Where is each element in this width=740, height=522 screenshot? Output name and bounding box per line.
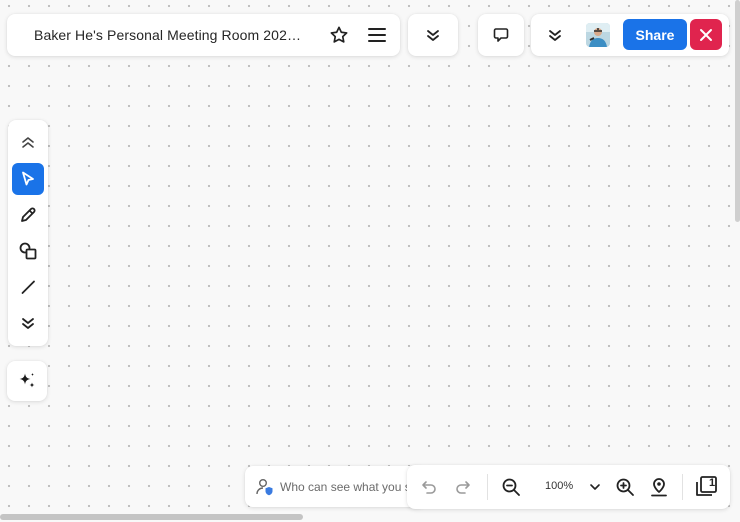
visibility-notice[interactable]: Who can see what you s <box>245 466 425 507</box>
pages-icon[interactable]: 1 <box>694 475 720 499</box>
zoom-in-icon[interactable] <box>613 475 637 499</box>
divider <box>487 474 488 500</box>
board-title[interactable]: Baker He's Personal Meeting Room 2023-..… <box>34 27 304 43</box>
map-pin-icon[interactable] <box>647 475 671 499</box>
undo-icon[interactable] <box>417 475 441 499</box>
chevrons-up-icon[interactable] <box>12 126 44 158</box>
comment-icon[interactable] <box>478 14 524 56</box>
menu-icon[interactable] <box>365 23 389 47</box>
horizontal-scrollbar[interactable] <box>0 514 303 520</box>
comments-panel <box>478 14 524 56</box>
vertical-scrollbar[interactable] <box>735 0 740 222</box>
redo-icon[interactable] <box>451 475 475 499</box>
shapes-icon[interactable] <box>12 235 44 267</box>
close-icon[interactable] <box>690 19 722 50</box>
star-icon[interactable] <box>327 23 351 47</box>
tool-sidebar <box>8 120 48 346</box>
line-icon[interactable] <box>12 271 44 303</box>
board-title-bar: Baker He's Personal Meeting Room 2023-..… <box>7 14 400 56</box>
pen-icon[interactable] <box>12 199 44 231</box>
user-shield-icon <box>255 477 275 497</box>
pages-count: 1 <box>708 477 716 489</box>
share-panel: Share <box>531 14 729 56</box>
zoom-level[interactable]: 100% <box>545 480 573 492</box>
zoom-out-icon[interactable] <box>499 475 523 499</box>
divider <box>682 474 683 500</box>
sparkle-icon[interactable] <box>7 361 47 401</box>
chevrons-down-icon[interactable] <box>12 307 44 339</box>
share-button[interactable]: Share <box>623 19 687 50</box>
ai-assistant-panel <box>7 361 47 401</box>
chevrons-down-icon[interactable] <box>543 23 567 47</box>
zoom-controls: 100% 1 <box>407 465 730 509</box>
chevrons-up-icon[interactable] <box>408 14 458 56</box>
cursor-arrow-icon[interactable] <box>12 163 44 195</box>
collapse-header-panel <box>408 14 458 56</box>
visibility-text: Who can see what you s <box>280 480 411 494</box>
user-avatar[interactable] <box>586 23 610 47</box>
chevron-down-icon[interactable] <box>585 477 605 497</box>
